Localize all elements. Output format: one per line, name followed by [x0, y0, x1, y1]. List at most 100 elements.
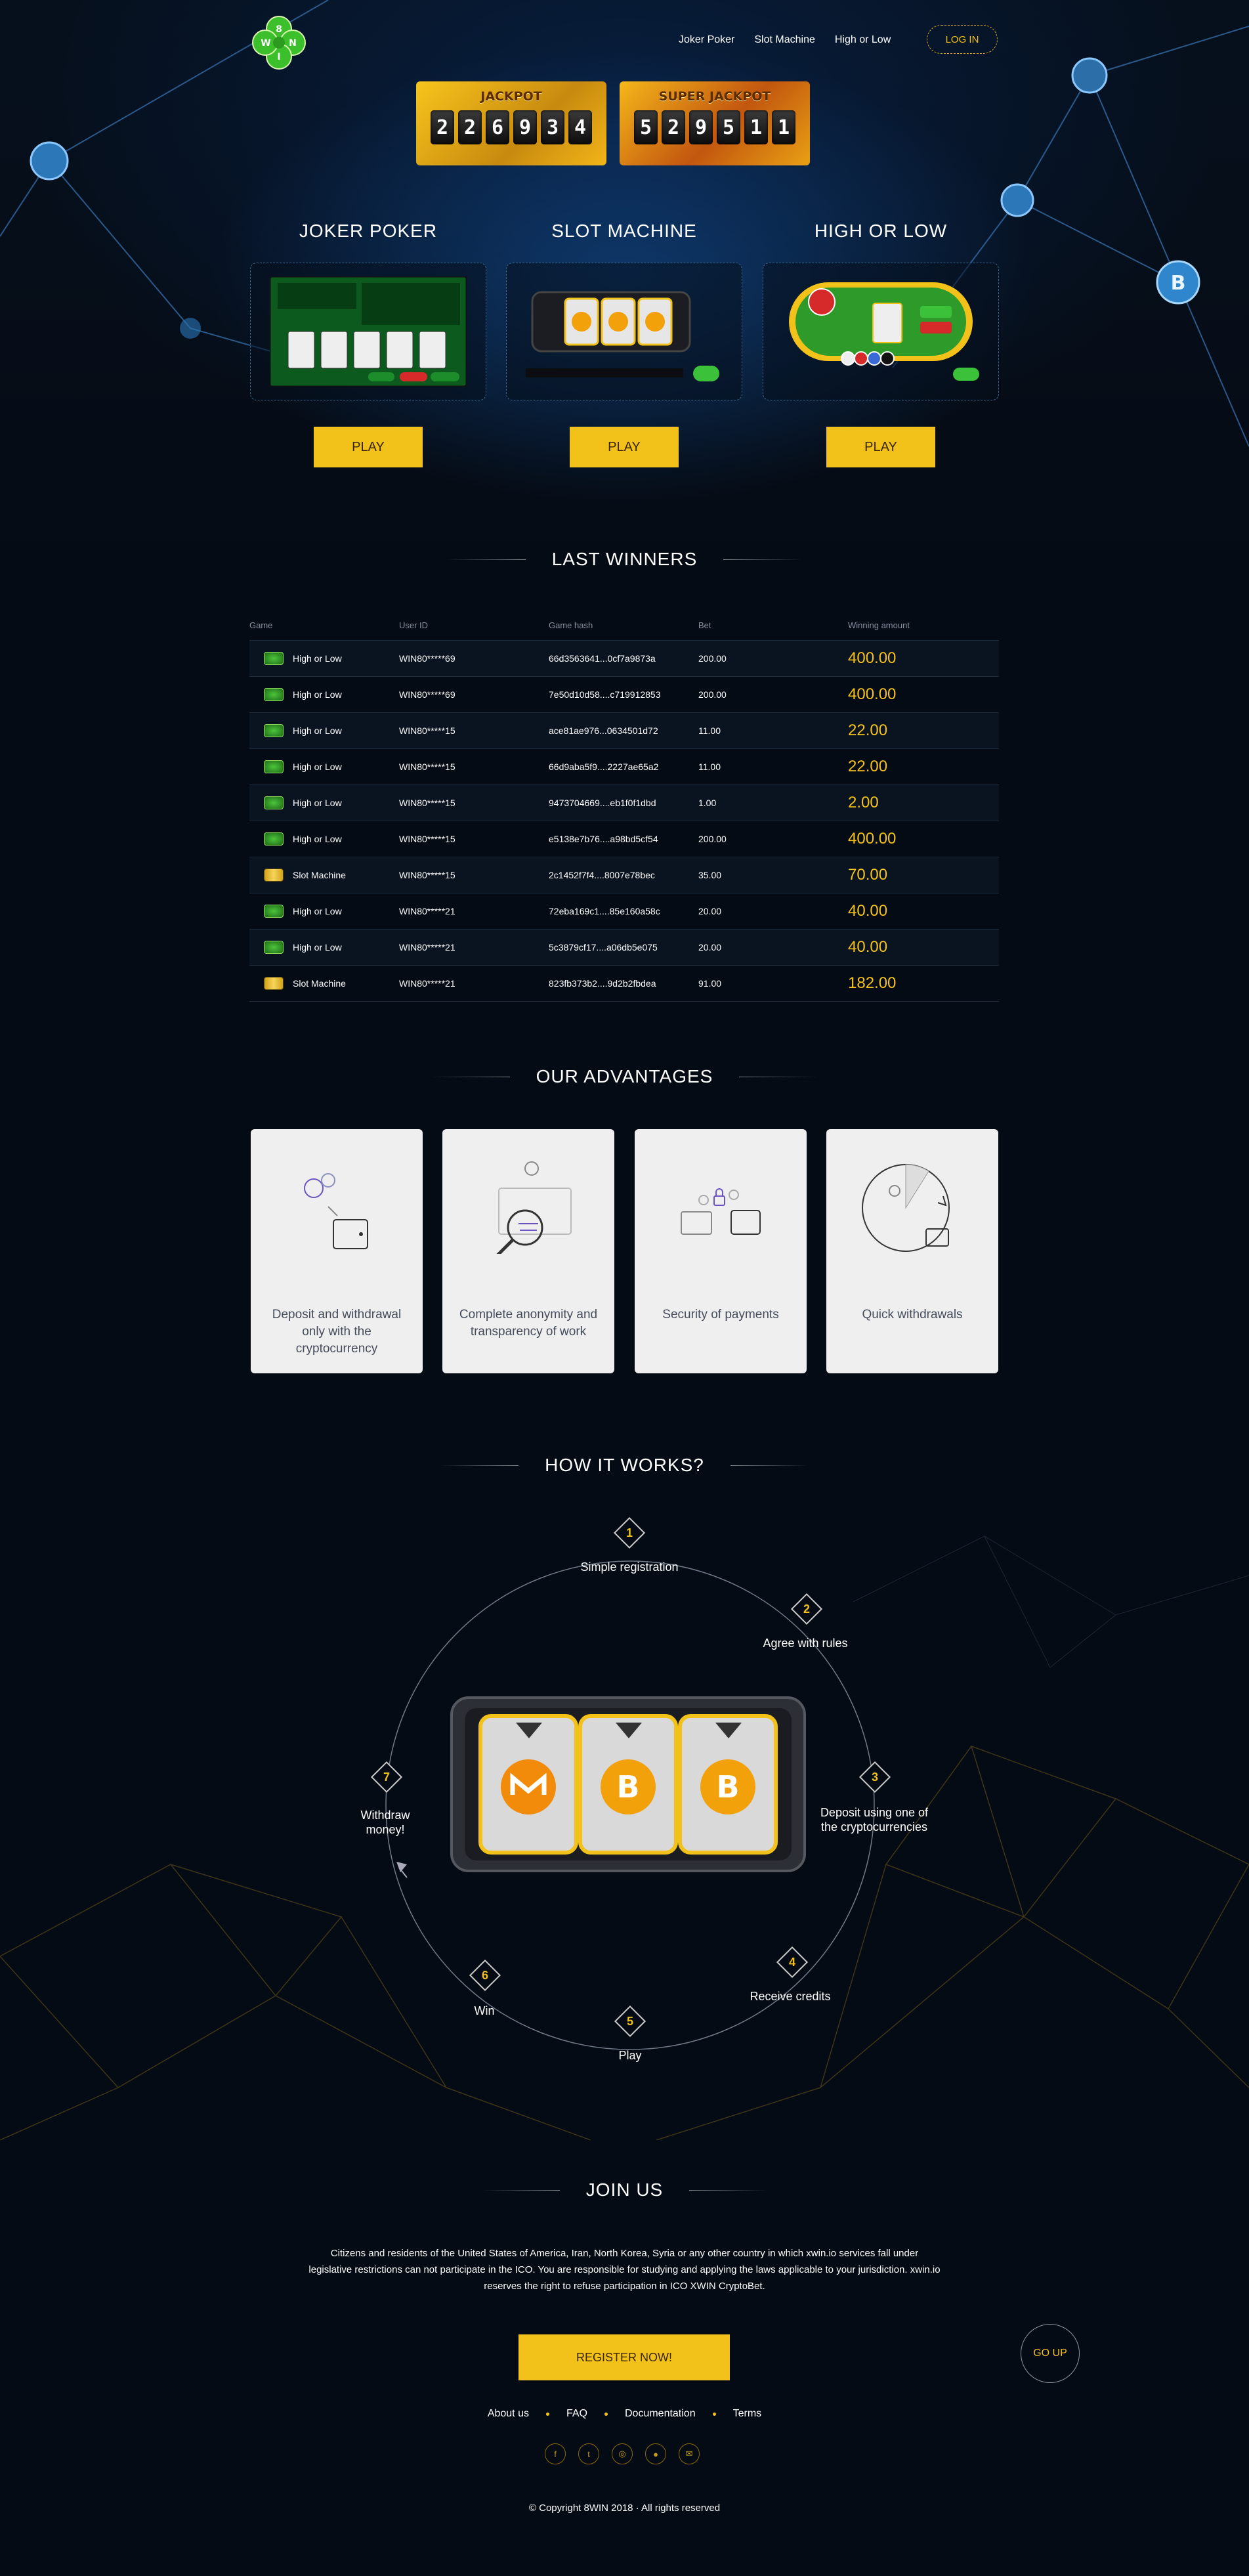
- high-or-low-preview[interactable]: [763, 263, 999, 400]
- login-button[interactable]: LOG IN: [927, 25, 998, 54]
- game-name: High or Low: [293, 798, 342, 808]
- jackpot-panel: JACKPOT 2 2 6 9 3 4: [416, 81, 606, 165]
- table-row: High or Low WIN80*****21 5c3879cf17....a06…: [249, 930, 999, 966]
- joker-poker-screen-image: [270, 276, 467, 387]
- bet-amount: 200.00: [698, 689, 727, 700]
- user-id: WIN80*****21: [399, 906, 455, 916]
- slot-machine-preview[interactable]: [506, 263, 742, 400]
- game-cell: High or Low: [249, 724, 399, 737]
- jackpot-digit: 9: [513, 110, 537, 144]
- copyright-text: © Copyright 8WIN 2018 · All rights reser…: [528, 2502, 721, 2514]
- page: B 8 W N I Joker Poker Slot Machine High …: [0, 0, 1249, 2576]
- footer-link-terms[interactable]: Terms: [733, 2408, 762, 2420]
- bitcoin-coin-icon: B: [700, 1759, 755, 1814]
- step-label: Withdraw money!: [360, 1809, 410, 1836]
- winning-amount: 22.00: [848, 758, 888, 775]
- high-or-low-game-icon: [264, 905, 284, 918]
- facebook-icon[interactable]: f: [545, 2443, 566, 2464]
- instagram-icon[interactable]: ◎: [612, 2443, 633, 2464]
- bet-amount: 11.00: [698, 762, 721, 772]
- high-or-low-game-icon: [264, 724, 284, 737]
- step-label: Play: [618, 2049, 642, 2062]
- user-id: WIN80*****21: [399, 942, 455, 953]
- super-jackpot-digit: 2: [662, 110, 685, 144]
- table-row: Slot Machine WIN80*****15 2c1452f7f4....80…: [249, 857, 999, 893]
- column-header: Game: [249, 620, 273, 630]
- high-or-low-game-icon: [264, 652, 284, 665]
- separator-dot: [604, 2412, 608, 2416]
- twitter-icon[interactable]: t: [578, 2443, 599, 2464]
- bet-amount: 20.00: [698, 906, 722, 916]
- user-id: WIN80*****69: [399, 689, 455, 700]
- step-label: Agree with rules: [763, 1637, 848, 1650]
- table-row: Slot Machine WIN80*****21 823fb373b2....9d…: [249, 966, 999, 1002]
- game-cell: Slot Machine: [249, 977, 399, 990]
- joker-poker-preview[interactable]: [250, 263, 486, 400]
- winning-amount: 22.00: [848, 721, 888, 739]
- legal-disclaimer-text: Citizens and residents of the United Sta…: [308, 2248, 941, 2292]
- jackpot-digit: 6: [486, 110, 509, 144]
- high-or-low-game-icon: [264, 688, 284, 701]
- winning-amount: 400.00: [848, 685, 897, 703]
- column-header: Bet: [698, 620, 711, 630]
- svg-text:B: B: [1171, 272, 1186, 295]
- footer-link-documentation[interactable]: Documentation: [625, 2408, 696, 2420]
- step-label: Deposit using one of the cryptocurrencie…: [820, 1806, 929, 1834]
- game-name: Slot Machine: [293, 870, 346, 880]
- game-hash: ace81ae976...0634501d72: [549, 725, 658, 736]
- nav-joker-poker[interactable]: Joker Poker: [679, 32, 734, 49]
- game-cell: High or Low: [249, 941, 399, 954]
- bet-amount: 200.00: [698, 834, 727, 844]
- step-label: Receive credits: [750, 1990, 831, 2003]
- footer-link-faq[interactable]: FAQ: [566, 2408, 587, 2420]
- game-name: High or Low: [293, 762, 342, 772]
- logo-letter: W: [261, 38, 270, 49]
- svg-text:B: B: [716, 1769, 739, 1805]
- footer-links: About us FAQ Documentation Terms: [0, 2408, 1249, 2420]
- play-joker-poker-button[interactable]: PLAY: [314, 427, 423, 467]
- nav-slot-machine[interactable]: Slot Machine: [754, 32, 815, 49]
- winning-amount: 400.00: [848, 830, 897, 848]
- play-slot-machine-button[interactable]: PLAY: [570, 427, 679, 467]
- super-jackpot-digit: 1: [744, 110, 768, 144]
- super-jackpot-counter: 5 2 9 5 1 1: [627, 110, 802, 144]
- advantages-heading: OUR ADVANTAGES: [0, 1066, 1249, 1087]
- social-links: f t ◎ ● ✉: [545, 2443, 700, 2464]
- super-jackpot-digit: 9: [689, 110, 713, 144]
- jackpot-digit: 2: [458, 110, 482, 144]
- section-title: OUR ADVANTAGES: [536, 1066, 713, 1086]
- secure-payment-icon: [681, 1188, 761, 1235]
- table-body: High or Low WIN80*****69 66d3563641...0cf7…: [249, 641, 999, 1002]
- last-winners-heading: LAST WINNERS: [0, 549, 1249, 570]
- go-up-button[interactable]: GO UP: [1021, 2324, 1080, 2383]
- nav-high-or-low[interactable]: High or Low: [835, 32, 891, 49]
- game-cell: High or Low: [249, 796, 399, 809]
- high-or-low-game-icon: [264, 796, 284, 809]
- register-now-button[interactable]: REGISTER NOW!: [519, 2334, 730, 2380]
- game-title-slot-machine: SLOT MACHINE: [551, 221, 697, 241]
- slot-machine-game-icon: [264, 977, 284, 990]
- game-name: High or Low: [293, 942, 342, 953]
- game-hash: 2c1452f7f4....8007e78bec: [549, 870, 655, 880]
- advantage-text: Deposit and withdrawal only with the cry…: [272, 1308, 402, 1356]
- table-row: High or Low WIN80*****15 66d9aba5f9....222…: [249, 749, 999, 785]
- chat-icon[interactable]: ✉: [679, 2443, 700, 2464]
- jackpot-digit: 3: [541, 110, 564, 144]
- footer-link-about[interactable]: About us: [488, 2408, 529, 2420]
- table-row: High or Low WIN80*****21 72eba169c1....85e…: [249, 893, 999, 930]
- high-or-low-game-icon: [264, 832, 284, 846]
- game-name: High or Low: [293, 689, 342, 700]
- game-cell: High or Low: [249, 905, 399, 918]
- logo-letter: 8: [276, 24, 282, 35]
- step-label: Simple registration: [580, 1560, 679, 1574]
- github-icon[interactable]: ●: [645, 2443, 666, 2464]
- clover-logo-icon[interactable]: 8 W N I: [249, 13, 308, 72]
- game-cell: Slot Machine: [249, 869, 399, 882]
- user-id: WIN80*****15: [399, 798, 455, 808]
- game-cell: High or Low: [249, 652, 399, 665]
- play-high-or-low-button[interactable]: PLAY: [826, 427, 935, 467]
- high-or-low-screen-image: [789, 282, 979, 381]
- table-row: High or Low WIN80*****15 ace81ae976...0634…: [249, 713, 999, 749]
- user-id: WIN80*****15: [399, 762, 455, 772]
- jackpot-digit: 2: [431, 110, 454, 144]
